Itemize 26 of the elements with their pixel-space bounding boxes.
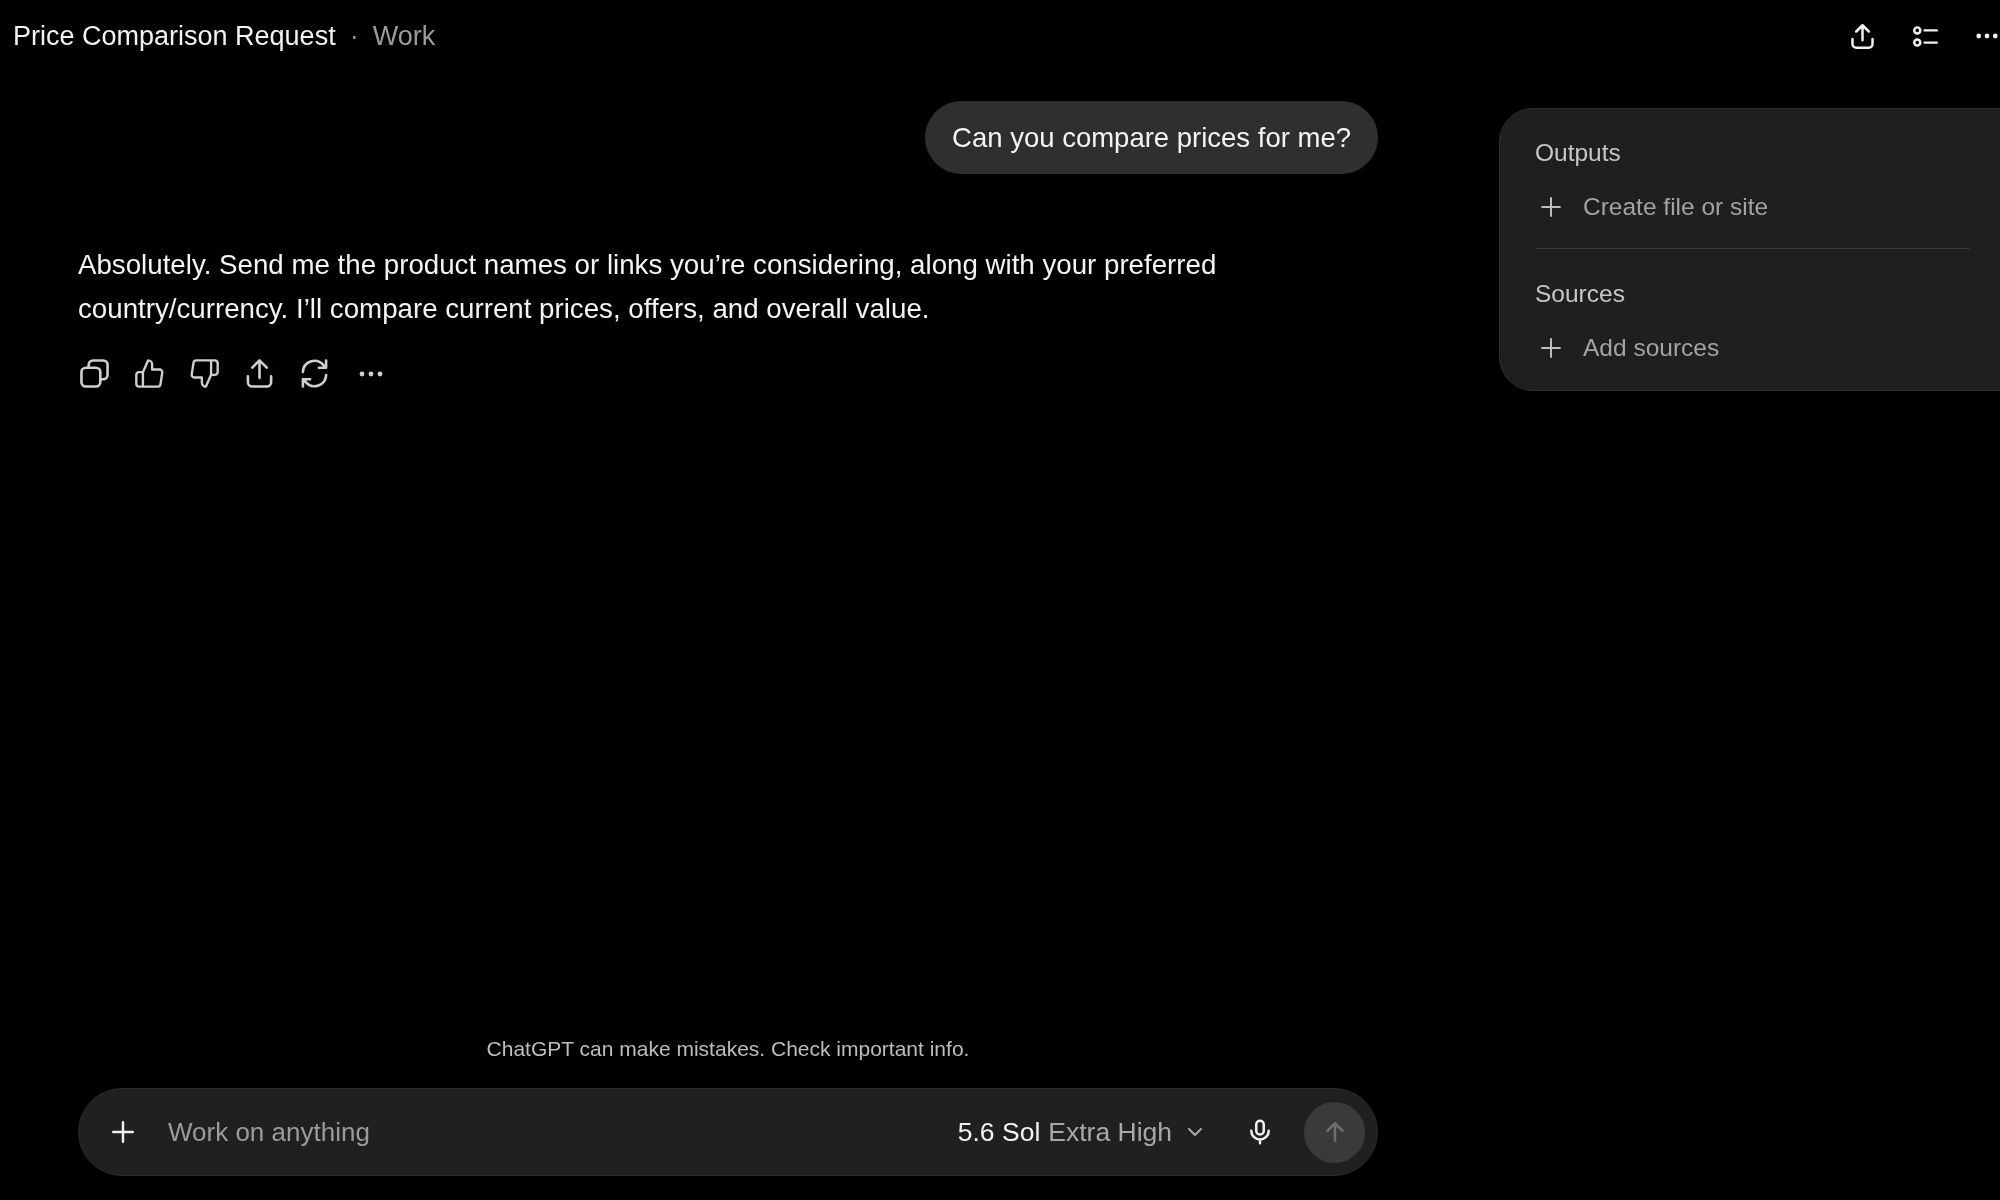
regenerate-icon[interactable] (300, 359, 329, 388)
arrow-up-icon (1325, 1122, 1344, 1142)
copy-icon[interactable] (80, 359, 109, 388)
share-icon[interactable] (245, 359, 274, 388)
add-icon[interactable] (1541, 197, 1561, 217)
chevron-down-icon (1188, 1128, 1202, 1136)
more-options-icon[interactable] (1976, 33, 1998, 39)
composer-field[interactable]: Work on anything 5.6 Sol Extra High (78, 1088, 1378, 1176)
user-message-bubble: Can you compare prices for me? (925, 101, 1378, 174)
thumbs-down-icon[interactable] (190, 359, 219, 388)
section-heading: Outputs (1535, 138, 1621, 168)
microphone-icon[interactable] (1250, 1118, 1270, 1146)
list-icon[interactable] (1913, 23, 1938, 49)
more-options-icon[interactable] (358, 370, 384, 377)
chat-title: Price Comparison Request (13, 20, 336, 52)
message-input[interactable]: Work on anything (168, 1112, 958, 1152)
panel-action-link[interactable]: Add sources (1583, 334, 1720, 362)
thumbs-up-icon[interactable] (135, 359, 164, 388)
panel-action-link[interactable]: Create file or site (1583, 193, 1769, 221)
breadcrumb-separator: · (349, 20, 359, 52)
model-selector[interactable]: 5.6 Sol Extra High (957, 1116, 1202, 1148)
disclaimer-text: ChatGPT can make mistakes. Check important info. (486, 1036, 970, 1062)
assistant-message: Absolutely. Send me the product names or links you’re considering, along with your preferred country/currency. I’ll compare current prices, offers, and overall value. (78, 248, 1218, 326)
section-heading: Sources (1535, 279, 1625, 309)
project-name[interactable]: Work (372, 20, 436, 52)
add-icon[interactable] (1541, 338, 1561, 358)
